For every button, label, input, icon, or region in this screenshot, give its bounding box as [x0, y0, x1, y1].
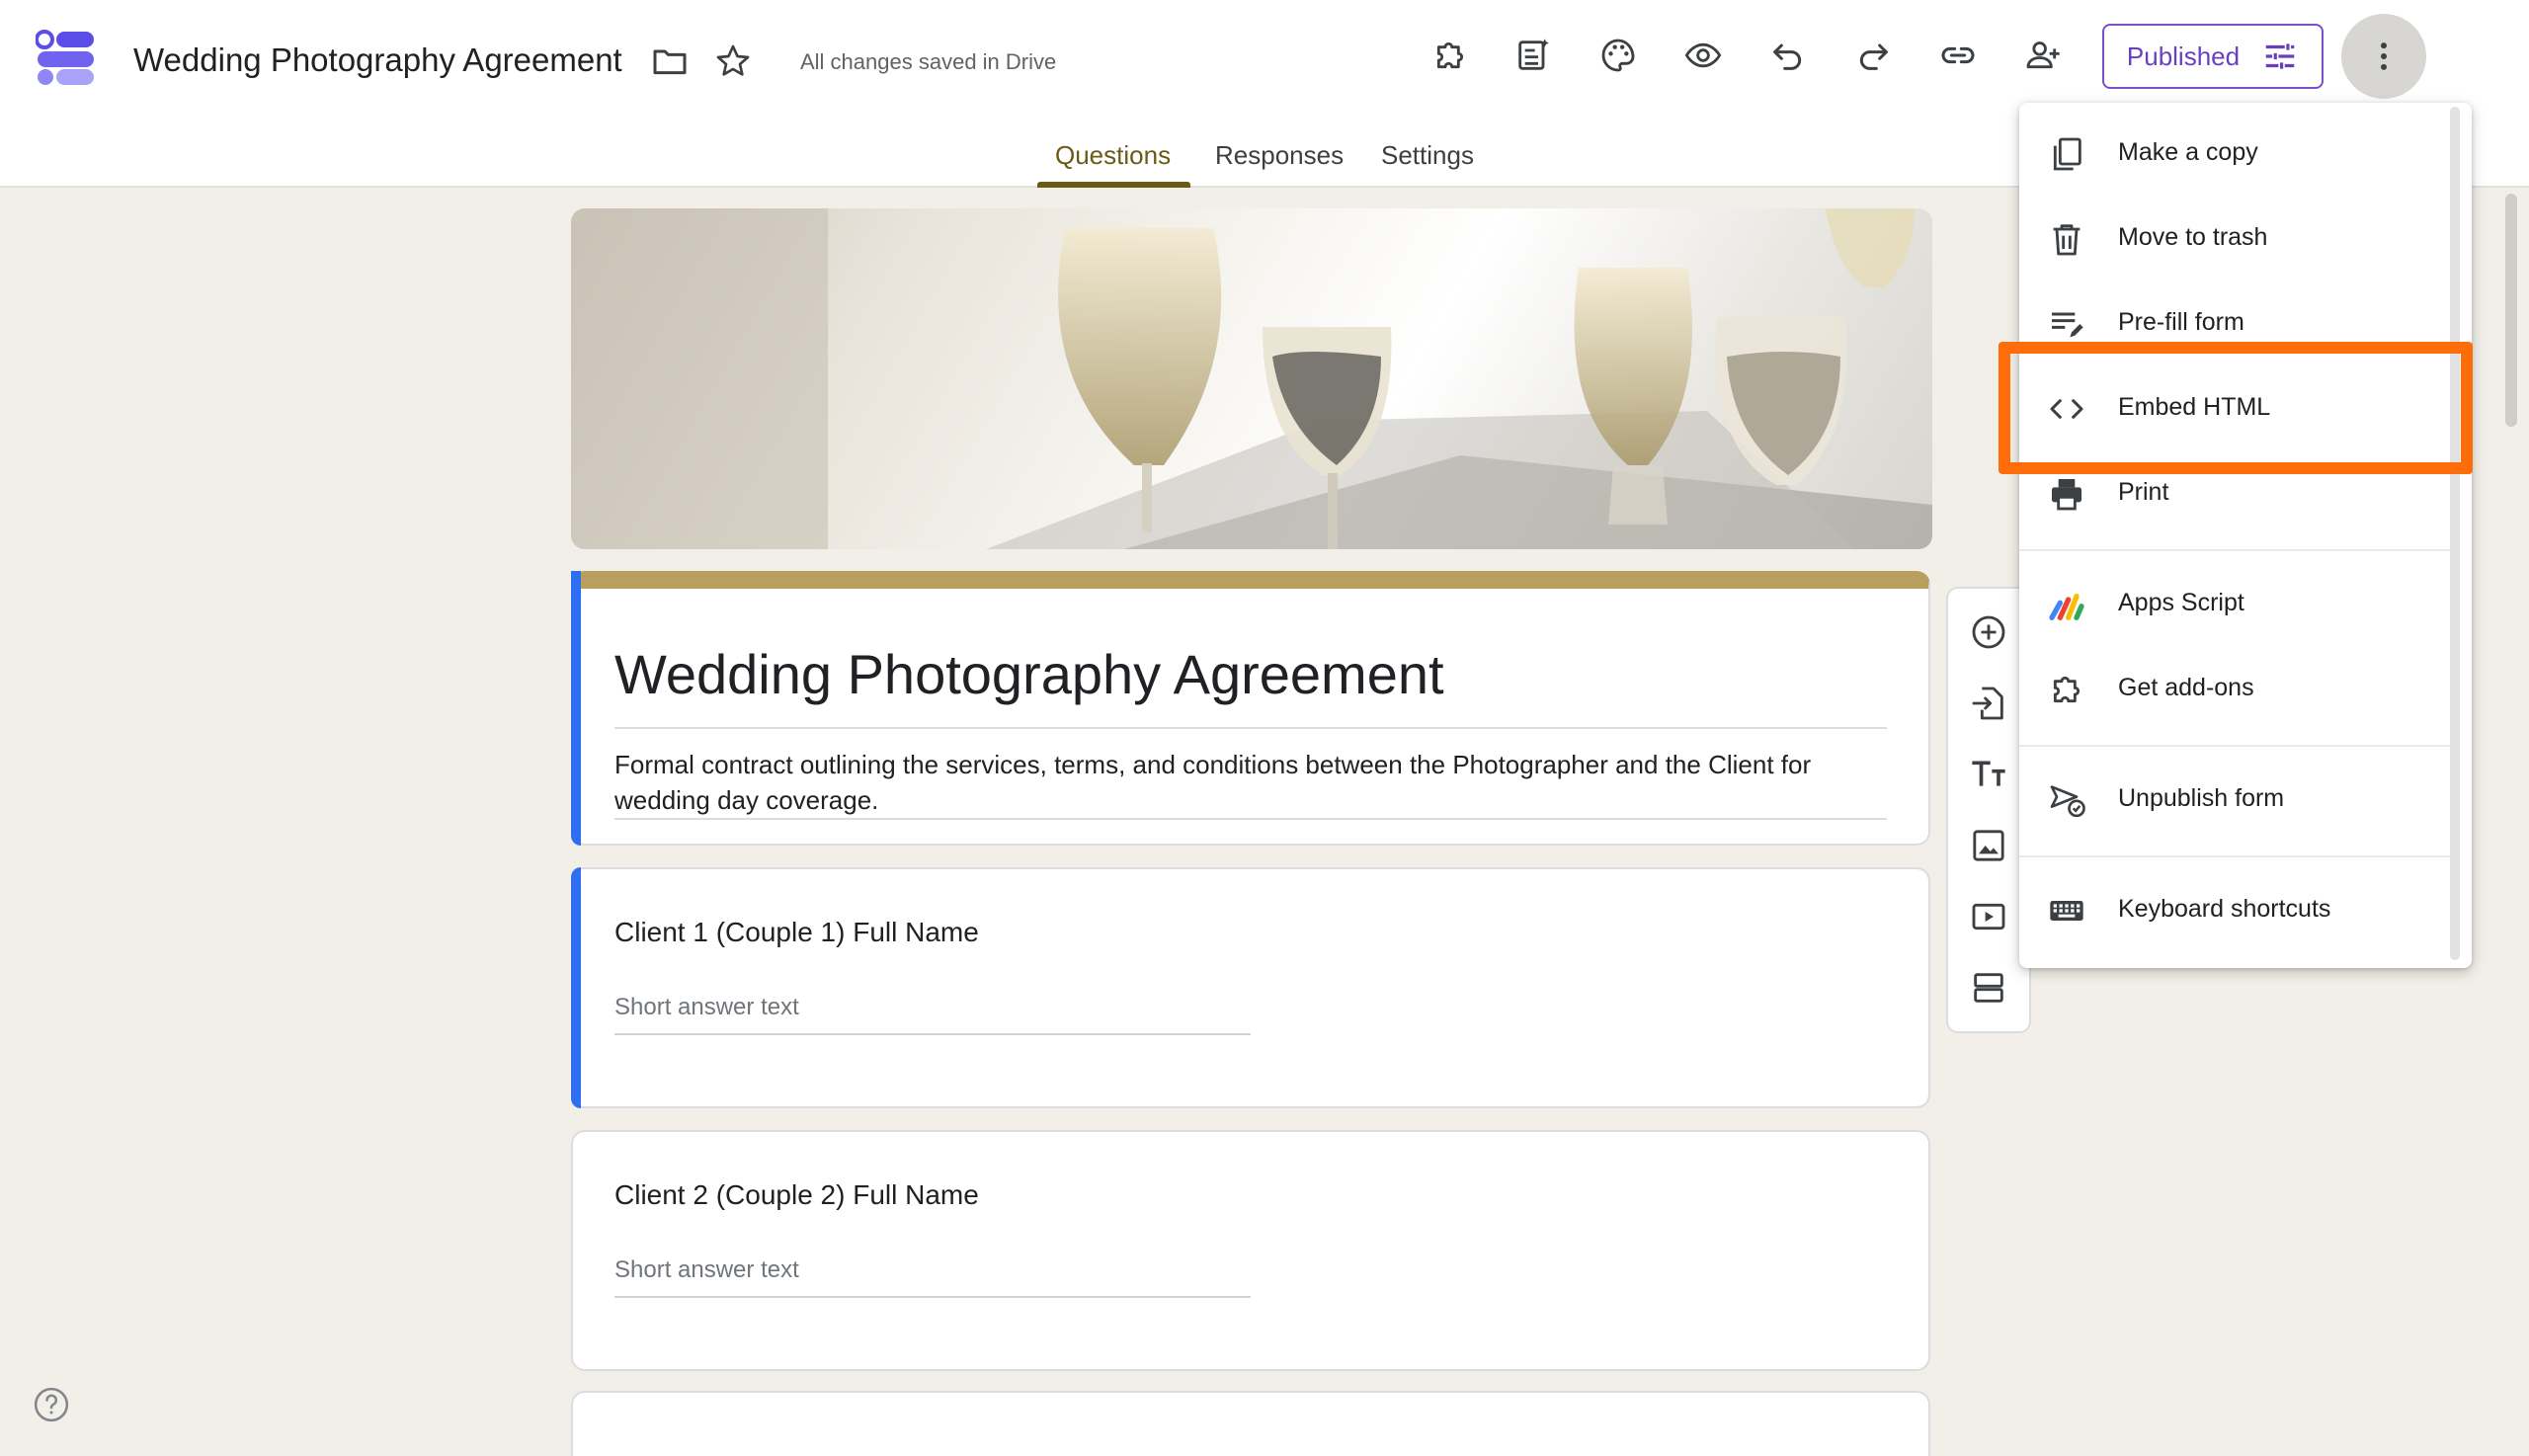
add-question-icon[interactable]: [1967, 610, 2010, 654]
answer-underline: [614, 1033, 1251, 1035]
add-image-icon[interactable]: [1967, 824, 2010, 867]
trash-icon: [2053, 224, 2080, 256]
save-status: All changes saved in Drive: [800, 49, 1057, 74]
embed-code-icon: [2050, 399, 2083, 419]
star-icon[interactable]: [709, 38, 757, 85]
addons-icon: [2053, 677, 2080, 703]
menu-item-label: Unpublish form: [2118, 784, 2285, 812]
question-title[interactable]: Client 2 (Couple 2) Full Name: [614, 1179, 979, 1211]
question-card[interactable]: Client 1 (Couple 1) Full Name Short answ…: [571, 867, 1930, 1108]
menu-item-label: Print: [2118, 478, 2169, 506]
menu-item-make-a-copy[interactable]: Make a copy: [2019, 113, 2450, 196]
menu-item-label: Apps Script: [2118, 589, 2244, 616]
forms-logo-icon[interactable]: [35, 30, 97, 87]
add-section-icon[interactable]: [1967, 966, 2010, 1010]
preview-icon[interactable]: [1679, 32, 1727, 79]
champagne-glasses-image: [571, 208, 1932, 549]
menu-item-pre-fill-form[interactable]: Pre-fill form: [2019, 283, 2450, 365]
undo-icon[interactable]: [1764, 32, 1812, 79]
short-answer-placeholder: Short answer text: [614, 994, 799, 1020]
unpublish-icon: [2050, 785, 2085, 818]
short-answer-placeholder: Short answer text: [614, 1256, 799, 1283]
import-questions-icon[interactable]: [1967, 682, 2010, 725]
tab-settings[interactable]: Settings: [1381, 140, 1474, 171]
menu-scrollbar[interactable]: [2450, 107, 2460, 960]
menu-item-embed-html[interactable]: Embed HTML: [2019, 367, 2450, 450]
menu-item-print[interactable]: Print: [2019, 452, 2450, 535]
menu-item-unpublish-form[interactable]: Unpublish form: [2019, 759, 2450, 842]
published-button[interactable]: Published: [2102, 24, 2324, 89]
menu-divider: [2019, 745, 2450, 747]
menu-item-label: Move to trash: [2118, 223, 2268, 251]
active-card-indicator: [571, 867, 581, 1108]
more-options-button[interactable]: [2341, 14, 2426, 99]
add-video-icon[interactable]: [1967, 895, 2010, 938]
redo-icon[interactable]: [1849, 32, 1897, 79]
menu-divider: [2019, 855, 2450, 857]
keyboard-icon: [2050, 901, 2083, 921]
active-tab-indicator: [1037, 182, 1190, 188]
add-collaborator-icon[interactable]: [2019, 32, 2067, 79]
tab-responses[interactable]: Responses: [1215, 140, 1344, 171]
question-title[interactable]: Client 1 (Couple 1) Full Name: [614, 917, 979, 948]
form-title-card[interactable]: Wedding Photography Agreement Formal con…: [571, 571, 1930, 846]
menu-item-label: Pre-fill form: [2118, 308, 2244, 336]
help-icon[interactable]: [32, 1385, 71, 1424]
answer-underline: [614, 1296, 1251, 1298]
more-vert-icon: [2381, 42, 2387, 70]
print-icon: [2052, 479, 2081, 511]
published-label: Published: [2126, 40, 2241, 71]
header-image: [571, 208, 1932, 549]
menu-item-label: Keyboard shortcuts: [2118, 895, 2331, 923]
menu-item-label: Get add-ons: [2118, 674, 2254, 701]
folder-icon[interactable]: [646, 38, 693, 85]
copy-icon: [2053, 137, 2081, 171]
publish-settings-icon: [2265, 43, 2295, 69]
link-icon[interactable]: [1934, 32, 1982, 79]
ai-form-icon[interactable]: [1509, 32, 1557, 79]
description-underline: [614, 818, 1887, 820]
menu-divider: [2019, 549, 2450, 551]
menu-item-label: Embed HTML: [2118, 393, 2271, 421]
question-card[interactable]: [571, 1391, 1930, 1456]
palette-icon[interactable]: [1594, 32, 1642, 79]
active-card-indicator: [571, 571, 581, 846]
menu-item-get-add-ons[interactable]: Get add-ons: [2019, 648, 2450, 731]
menu-item-keyboard-shortcuts[interactable]: Keyboard shortcuts: [2019, 869, 2450, 952]
prefill-icon: [2052, 312, 2083, 338]
form-title[interactable]: Wedding Photography Agreement: [614, 642, 1444, 706]
menu-item-apps-script[interactable]: Apps Script: [2019, 563, 2450, 646]
document-title[interactable]: Wedding Photography Agreement: [133, 41, 622, 79]
menu-item-label: Make a copy: [2118, 138, 2258, 166]
page-scrollbar[interactable]: [2505, 194, 2517, 427]
apps-script-icon: [2049, 594, 2084, 620]
form-description[interactable]: Formal contract outlining the services, …: [614, 747, 1869, 818]
addons-icon[interactable]: [1427, 32, 1474, 79]
more-options-menu: Make a copy Move to trash Pre-fill form …: [2019, 103, 2472, 968]
title-underline: [614, 727, 1887, 729]
menu-item-move-to-trash[interactable]: Move to trash: [2019, 198, 2450, 281]
question-card[interactable]: Client 2 (Couple 2) Full Name Short answ…: [571, 1130, 1930, 1371]
tab-questions[interactable]: Questions: [1055, 140, 1171, 171]
add-title-icon[interactable]: [1967, 753, 2010, 796]
